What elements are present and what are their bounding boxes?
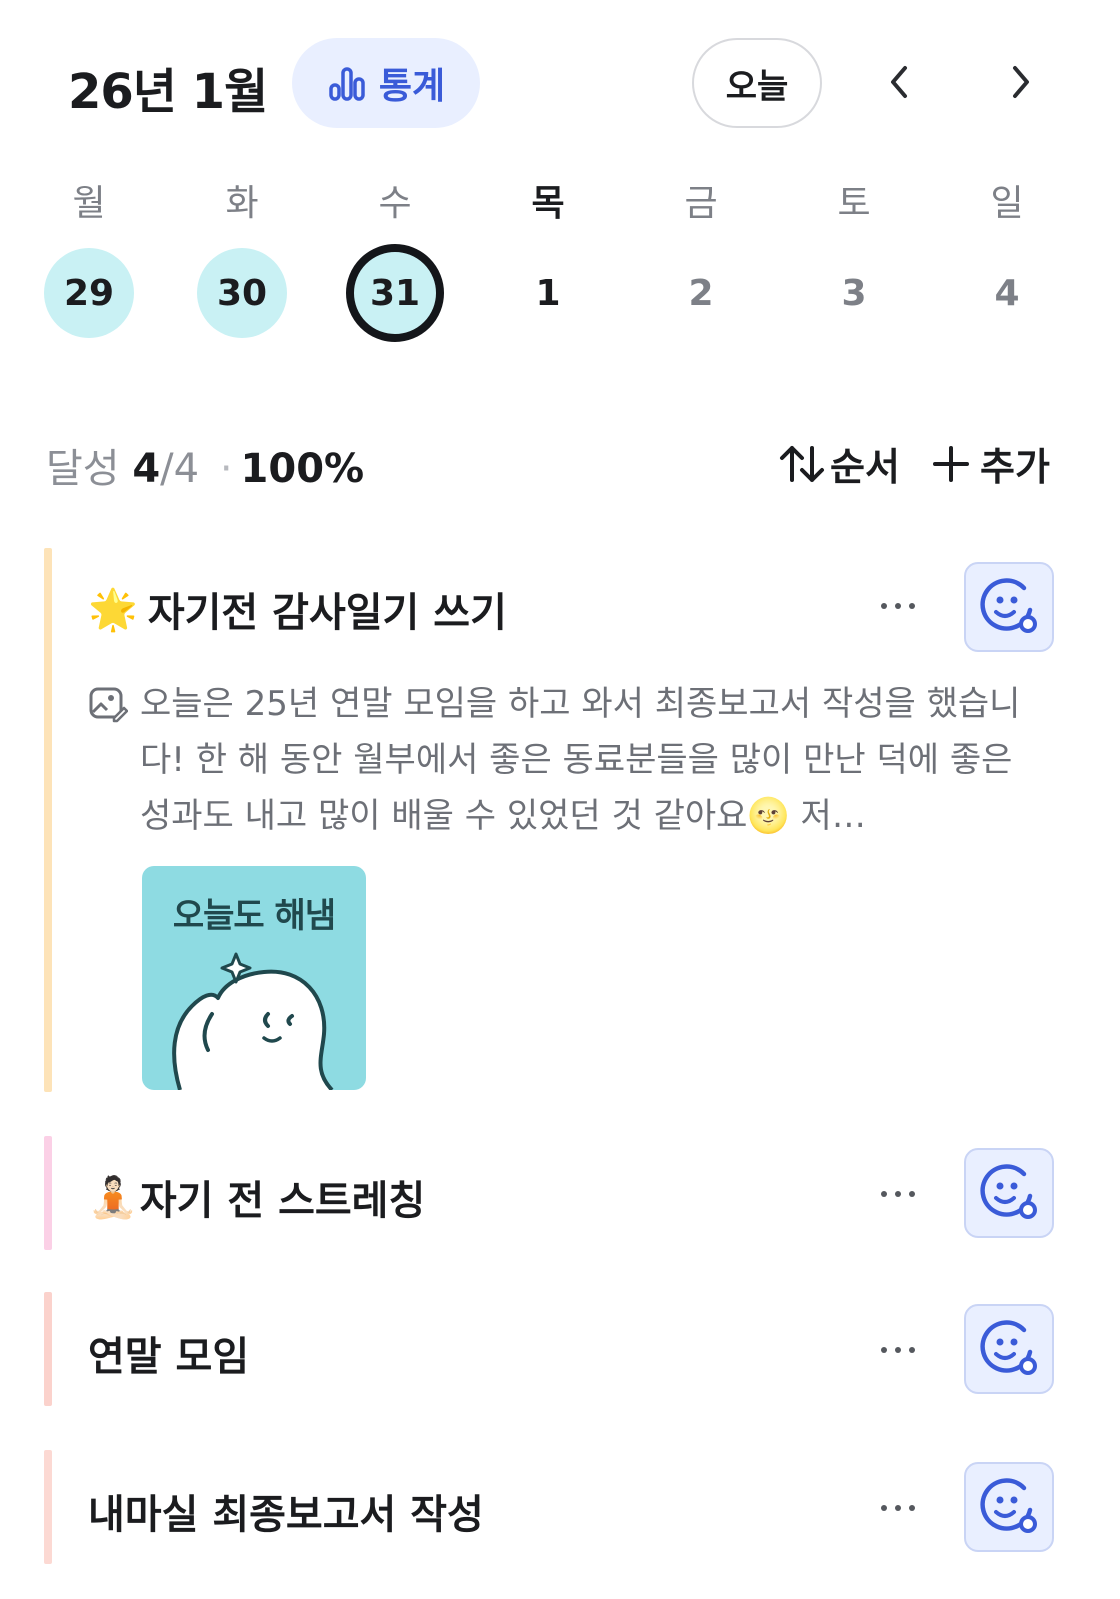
add-label: 추가 bbox=[980, 445, 1050, 489]
task-title: 자기 전 스트레칭 bbox=[139, 1178, 426, 1224]
day-button[interactable]: 2 bbox=[656, 248, 746, 338]
memo-thumbnail-image[interactable]: 오늘도 해냄 bbox=[142, 866, 366, 1090]
dot bbox=[895, 1191, 901, 1197]
achievement-percent: 100% bbox=[240, 446, 365, 492]
more-options-button[interactable] bbox=[872, 1330, 924, 1370]
prev-week-button[interactable] bbox=[870, 52, 930, 112]
task-emoji: 🌟 bbox=[88, 586, 138, 633]
task-title-row: 내마실 최종보고서 작성 bbox=[88, 1482, 484, 1540]
dot bbox=[895, 1347, 901, 1353]
dot bbox=[881, 1191, 887, 1197]
month-title: 26년 1월 bbox=[68, 64, 268, 120]
task-title-row: 🌟 자기전 감사일기 쓰기 bbox=[88, 580, 507, 638]
task-title-row: 연말 모임 bbox=[88, 1324, 249, 1382]
task-title-row: 🧘🏻 자기 전 스트레칭 bbox=[88, 1168, 425, 1226]
task-item[interactable]: 연말 모임 bbox=[44, 1292, 1074, 1406]
selected-day-button[interactable]: 31 bbox=[346, 244, 444, 342]
stats-button[interactable]: 통계 bbox=[292, 38, 480, 128]
task-item[interactable]: 🧘🏻 자기 전 스트레칭 bbox=[44, 1136, 1074, 1250]
weekday-label: 일 bbox=[990, 183, 1024, 224]
task-color-bar bbox=[44, 1292, 52, 1406]
plus-icon bbox=[933, 445, 969, 482]
smiley-face-icon bbox=[980, 1320, 1037, 1375]
task-check-button[interactable] bbox=[964, 1304, 1054, 1394]
calendar-header: 26년 1월 통계 오늘 bbox=[0, 0, 1120, 160]
more-options-button[interactable] bbox=[872, 1174, 924, 1214]
dot bbox=[909, 1347, 915, 1353]
weekday-label: 금 bbox=[684, 183, 718, 224]
memo-image-icon bbox=[89, 687, 128, 723]
dot bbox=[895, 1505, 901, 1511]
task-check-button[interactable] bbox=[964, 1148, 1054, 1238]
achievement-done: 4 bbox=[132, 446, 161, 492]
dot bbox=[881, 1347, 887, 1353]
achievement-separator: · bbox=[219, 446, 233, 492]
sort-arrows-icon bbox=[780, 445, 824, 482]
today-button[interactable]: 오늘 bbox=[692, 38, 822, 128]
sort-button[interactable]: 순서 bbox=[778, 436, 900, 491]
smiley-face-icon bbox=[980, 1478, 1037, 1533]
task-item[interactable]: 내마실 최종보고서 작성 bbox=[44, 1450, 1074, 1564]
task-item[interactable]: 🌟 자기전 감사일기 쓰기 오늘은 25년 연말 모임을 하고 와서 최종보고서… bbox=[44, 548, 1074, 1092]
more-options-button[interactable] bbox=[872, 1488, 924, 1528]
dot bbox=[881, 1505, 887, 1511]
smiley-face-icon bbox=[980, 1164, 1037, 1219]
next-week-button[interactable] bbox=[990, 52, 1050, 112]
day-button[interactable]: 3 bbox=[809, 248, 899, 338]
character-illustration bbox=[172, 952, 334, 1090]
task-emoji: 🧘🏻 bbox=[88, 1174, 138, 1221]
week-strip: 월 29 화 30 수 31 목 1 금 2 토 3 일 4 bbox=[0, 160, 1120, 360]
sort-label: 순서 bbox=[830, 445, 900, 489]
chevron-left-icon bbox=[891, 66, 907, 98]
dot bbox=[895, 603, 901, 609]
bar-chart-icon bbox=[329, 67, 365, 101]
dot bbox=[881, 603, 887, 609]
memo-text: 오늘은 25년 연말 모임을 하고 와서 최종보고서 작성을 했습니다! 한 해… bbox=[140, 684, 1021, 836]
weekday-label: 화 bbox=[225, 183, 259, 224]
task-check-button[interactable] bbox=[964, 1462, 1054, 1552]
stats-label: 통계 bbox=[378, 66, 446, 107]
task-check-button[interactable] bbox=[964, 562, 1054, 652]
weekday-label-today: 목 bbox=[531, 183, 565, 224]
weekday-label: 수 bbox=[378, 183, 412, 224]
more-options-button[interactable] bbox=[872, 586, 924, 626]
task-title: 내마실 최종보고서 작성 bbox=[88, 1492, 484, 1538]
task-title: 연말 모임 bbox=[88, 1334, 250, 1380]
task-color-bar bbox=[44, 1450, 52, 1564]
chevron-right-icon bbox=[1013, 66, 1029, 98]
day-button[interactable]: 30 bbox=[197, 248, 287, 338]
day-button[interactable]: 4 bbox=[962, 248, 1052, 338]
weekday-label: 토 bbox=[837, 183, 871, 224]
task-title: 자기전 감사일기 쓰기 bbox=[147, 590, 507, 636]
task-color-bar bbox=[44, 548, 52, 1092]
weekday-label: 월 bbox=[72, 183, 106, 224]
dot bbox=[909, 1191, 915, 1197]
add-task-button[interactable]: 추가 bbox=[932, 436, 1050, 491]
dot bbox=[909, 603, 915, 609]
achievement-label: 달성 bbox=[46, 446, 120, 492]
achievement-total: /4 bbox=[160, 446, 200, 492]
today-day-button[interactable]: 1 bbox=[503, 248, 593, 338]
achievement-summary: 달성 4/4 · 100% bbox=[46, 436, 364, 494]
day-button[interactable]: 29 bbox=[44, 248, 134, 338]
smiley-face-icon bbox=[980, 578, 1037, 633]
task-color-bar bbox=[44, 1136, 52, 1250]
task-memo[interactable]: 오늘은 25년 연말 모임을 하고 와서 최종보고서 작성을 했습니다! 한 해… bbox=[88, 676, 1048, 844]
dot bbox=[909, 1505, 915, 1511]
